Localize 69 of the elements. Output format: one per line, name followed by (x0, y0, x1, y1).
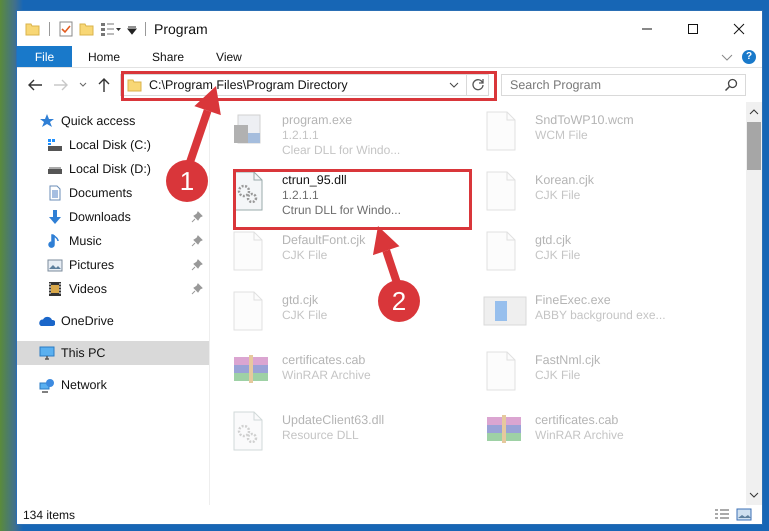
file-detail: WinRAR Archive (282, 368, 371, 382)
document-icon (47, 185, 63, 201)
file-name: ctrun_95.dll (282, 173, 348, 187)
file-detail: Resource DLL (282, 428, 360, 442)
file-detail: CJK File (535, 248, 580, 262)
file-name: FineExec.exe (535, 293, 612, 307)
view-dropdown-icon[interactable] (100, 20, 122, 36)
file-name: gtd.cjk (282, 293, 320, 307)
file-name: program.exe (282, 113, 354, 127)
film-icon (47, 281, 63, 297)
sidebar-item[interactable]: OneDrive (17, 309, 120, 333)
file-detail: 1.2.1.1 (282, 188, 320, 202)
pin-icon[interactable] (191, 283, 203, 295)
file-detail: CJK File (282, 308, 328, 322)
refresh-icon[interactable] (470, 78, 484, 92)
file-detail: WinRAR Archive (535, 428, 624, 442)
file-name: gtd.cjk (535, 233, 572, 247)
file-name: certificates.cab (535, 413, 620, 427)
sidebar-item[interactable]: Downloads (17, 205, 209, 229)
scrollbar-thumb[interactable] (747, 122, 761, 170)
ribbon-tab[interactable]: Share (136, 46, 200, 67)
up-arrow-icon[interactable] (96, 77, 112, 93)
file-detail: Clear DLL for Windo... (282, 143, 400, 157)
sidebar-item[interactable]: Local Disk (C:) (17, 133, 157, 157)
item-count: 134 items (23, 508, 76, 522)
file-name: DefaultFont.cjk (282, 233, 366, 247)
file-detail: ABBY background exe... (535, 308, 666, 322)
window-title: Program (154, 20, 208, 36)
pin-icon[interactable] (191, 211, 203, 223)
monitor-icon (39, 345, 55, 361)
file-detail: CJK File (535, 368, 582, 382)
file-name: UpdateClient63.dll (282, 413, 384, 427)
help-button[interactable]: ? (742, 50, 756, 64)
file-detail: Ctrun DLL for Windo... (282, 203, 401, 217)
folder-icon (127, 77, 143, 93)
file-detail: WCM File (535, 128, 589, 142)
file-detail: CJK File (282, 248, 328, 262)
file-tab[interactable]: File (17, 46, 72, 67)
sidebar-item[interactable]: Videos (17, 277, 209, 301)
scrollbar[interactable] (746, 102, 762, 505)
file-name: SndToWP10.wcm (535, 113, 634, 127)
pin-icon[interactable] (191, 259, 203, 271)
drive-icon (47, 137, 63, 153)
ribbon-tab[interactable]: Home (72, 46, 136, 67)
down-arrow-icon (47, 209, 63, 225)
file-name: Korean.cjk (535, 173, 594, 187)
sidebar-item[interactable]: Quick access (17, 109, 142, 133)
search-field[interactable]: Search Program (501, 74, 746, 96)
sidebar-item[interactable]: Network (17, 373, 113, 397)
checklist-icon[interactable] (58, 20, 74, 36)
sidebar-item[interactable]: Documents (17, 181, 138, 205)
pin-icon[interactable] (191, 235, 203, 247)
star-icon (39, 113, 55, 129)
file-detail: CJK File (535, 188, 582, 202)
details-view-icon[interactable] (714, 508, 730, 522)
sidebar-item[interactable]: Local Disk (D:) (17, 157, 157, 181)
network-icon (39, 377, 55, 393)
file-name: FastNml.cjk (535, 353, 600, 367)
file-tile[interactable]: ctrun_95.dll 1.2.1.1 Ctrun DLL for Windo... (228, 165, 405, 222)
sidebar-item[interactable]: Music (17, 229, 209, 253)
ribbon-tab[interactable]: View (200, 46, 258, 67)
file-name: certificates.cab (282, 353, 366, 367)
sidebar-item[interactable]: Pictures (17, 253, 209, 277)
address-bar[interactable]: C:\Program Files\Program Directory (120, 74, 467, 96)
sidebar-item[interactable]: This PC (17, 341, 209, 365)
large-icons-view-icon[interactable] (736, 508, 752, 522)
picture-icon (47, 257, 63, 273)
file-detail: 1.2.1.1 (282, 128, 320, 142)
back-arrow-icon[interactable] (26, 77, 44, 93)
